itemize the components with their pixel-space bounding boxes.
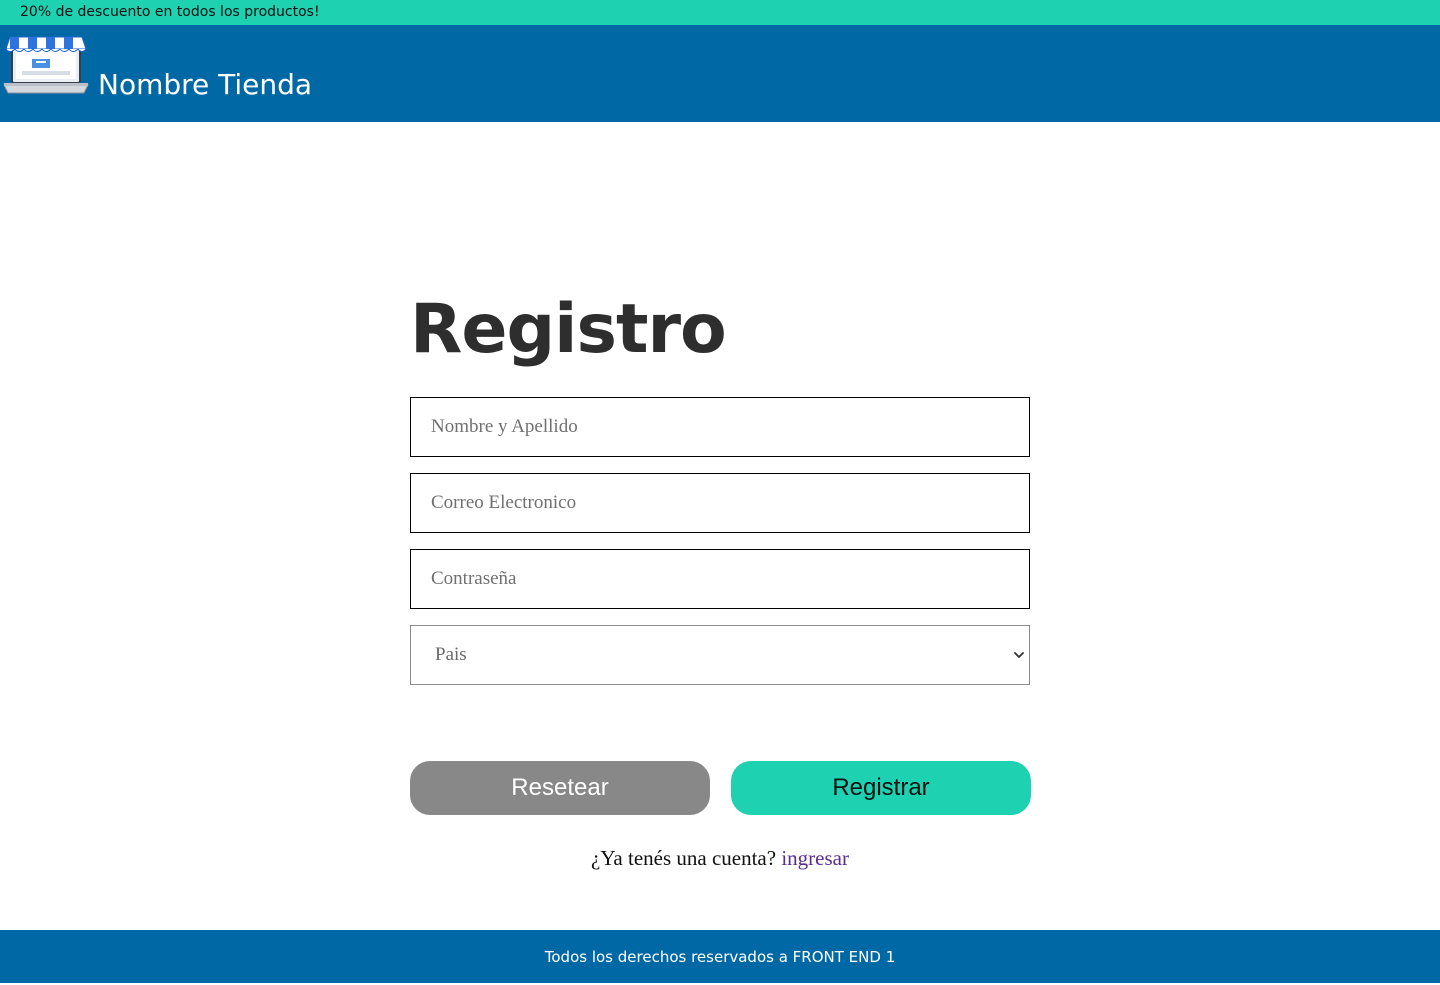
register-button[interactable]: Registrar: [731, 761, 1031, 815]
page-title: Registro: [410, 290, 727, 369]
reset-button[interactable]: Resetear: [410, 761, 710, 815]
site-header: Nombre Tienda: [0, 25, 1440, 122]
promo-banner: 20% de descuento en todos los productos!: [0, 0, 1440, 25]
country-select[interactable]: Pais: [410, 625, 1030, 685]
promo-text: 20% de descuento en todos los productos!: [20, 4, 320, 20]
name-field[interactable]: [410, 397, 1030, 457]
email-field[interactable]: [410, 473, 1030, 533]
chevron-down-icon: [1014, 652, 1024, 658]
laptop-store-icon[interactable]: [2, 33, 90, 95]
store-name[interactable]: Nombre Tienda: [98, 67, 312, 103]
country-select-value: Pais: [435, 644, 467, 665]
login-prompt-text: ¿Ya tenés una cuenta?: [591, 846, 777, 870]
site-footer: Todos los derechos reservados a FRONT EN…: [0, 930, 1440, 983]
login-link[interactable]: ingresar: [781, 846, 849, 870]
login-prompt: ¿Ya tenés una cuenta? ingresar: [0, 846, 1440, 871]
password-field[interactable]: [410, 549, 1030, 609]
footer-text: Todos los derechos reservados a FRONT EN…: [544, 948, 896, 966]
